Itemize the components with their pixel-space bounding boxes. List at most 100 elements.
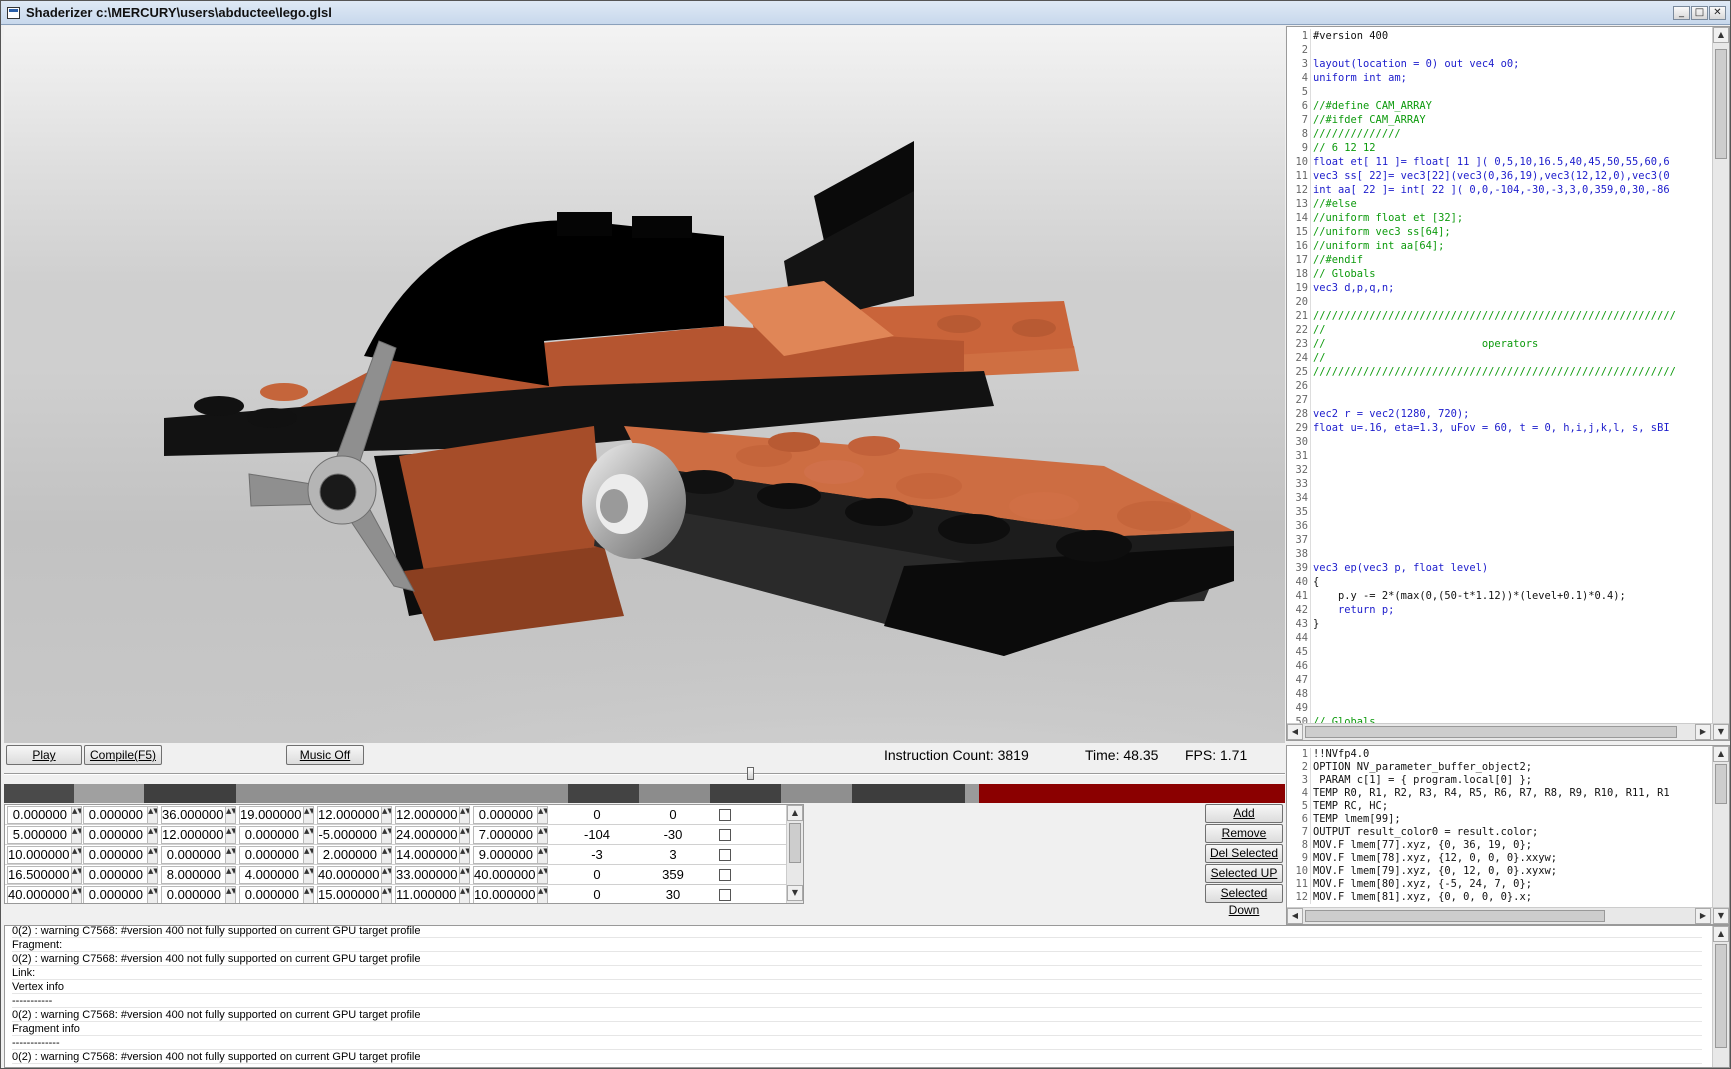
spin-arrows-icon[interactable]: ▲▼ [459,807,469,823]
code-line[interactable]: 34 [1287,491,1712,505]
row-checkbox[interactable] [719,849,731,861]
param-value-field[interactable]: 0.000000 ▲▼ [7,806,82,824]
keyframe-segment[interactable] [74,784,144,803]
param-value-field[interactable]: 0.000000 ▲▼ [239,846,314,864]
code-line[interactable]: 32 [1287,463,1712,477]
param-value-field[interactable]: 40.000000 ▲▼ [473,866,548,884]
asm-line[interactable]: 8 MOV.F lmem[77].xyz, {0, 36, 19, 0}; [1287,839,1712,852]
asm-scroll-up-button[interactable]: ▲ [1713,746,1729,762]
code-line[interactable]: 35 [1287,505,1712,519]
code-line[interactable]: 15//uniform vec3 ss[64]; [1287,225,1712,239]
spin-arrows-icon[interactable]: ▲▼ [537,827,547,843]
music-toggle-button[interactable]: Music Off [286,745,364,765]
spin-arrows-icon[interactable]: ▲▼ [71,827,81,843]
spin-arrows-icon[interactable]: ▲▼ [537,867,547,883]
param-value-field[interactable]: 0.000000 ▲▼ [473,806,548,824]
row-checkbox[interactable] [719,809,731,821]
spin-arrows-icon[interactable]: ▲▼ [225,887,235,903]
param-row[interactable]: 10.000000 ▲▼ 0.000000 ▲▼ 0.000000 ▲▼ 0.000000 ▲… [5,845,790,865]
asm-hscrollbar-thumb[interactable] [1305,910,1605,922]
spin-arrows-icon[interactable]: ▲▼ [537,807,547,823]
param-value-field[interactable]: 0.000000 ▲▼ [83,826,158,844]
param-value-field[interactable]: 10.000000 ▲▼ [7,846,82,864]
keyframe-segment[interactable] [852,784,965,803]
spin-arrows-icon[interactable]: ▲▼ [381,887,391,903]
code-line[interactable]: 6//#define CAM_ARRAY [1287,99,1712,113]
spin-arrows-icon[interactable]: ▲▼ [381,847,391,863]
spin-arrows-icon[interactable]: ▲▼ [147,887,157,903]
code-line[interactable]: 42 return p; [1287,603,1712,617]
code-line[interactable]: 22// [1287,323,1712,337]
param-value-field[interactable]: 5.000000 ▲▼ [7,826,82,844]
code-line[interactable]: 27 [1287,393,1712,407]
code-line[interactable]: 41 p.y -= 2*(max(0,(50-t*1.12))*(level+0… [1287,589,1712,603]
scrollbar-thumb[interactable] [1715,49,1727,159]
spin-arrows-icon[interactable]: ▲▼ [381,807,391,823]
code-line[interactable]: 5 [1287,85,1712,99]
code-line[interactable]: 24// [1287,351,1712,365]
param-value-field[interactable]: 0.000000 ▲▼ [83,806,158,824]
param-value-field[interactable]: 9.000000 ▲▼ [473,846,548,864]
keyframe-segment[interactable] [639,784,710,803]
code-line[interactable]: 20 [1287,295,1712,309]
code-line[interactable]: 26 [1287,379,1712,393]
param-value-field[interactable]: 24.000000 ▲▼ [395,826,470,844]
scroll-right-button[interactable]: ▶ [1695,724,1711,740]
scroll-up-button[interactable]: ▲ [1713,27,1729,43]
param-value-field[interactable]: 2.000000 ▲▼ [317,846,392,864]
param-value-field[interactable]: 8.000000 ▲▼ [161,866,236,884]
code-line[interactable]: 8////////////// [1287,127,1712,141]
angle-a-value[interactable]: 0 [561,866,633,884]
param-value-field[interactable]: 0.000000 ▲▼ [161,886,236,903]
code-line[interactable]: 13//#else [1287,197,1712,211]
code-line[interactable]: 25//////////////////////////////////////… [1287,365,1712,379]
spin-arrows-icon[interactable]: ▲▼ [303,887,313,903]
code-line[interactable]: 46 [1287,659,1712,673]
spin-arrows-icon[interactable]: ▲▼ [147,867,157,883]
code-line[interactable]: 47 [1287,673,1712,687]
spin-arrows-icon[interactable]: ▲▼ [459,827,469,843]
selected-down-button[interactable]: Selected Down [1205,884,1283,917]
code-line[interactable]: 12 int aa[ 22 ]= int[ 22 ]( 0,0,-104,-30,… [1287,183,1712,197]
code-line[interactable]: 4 uniform int am; [1287,71,1712,85]
asm-line[interactable]: 11 MOV.F lmem[80].xyz, {-5, 24, 7, 0}; [1287,878,1712,891]
param-value-field[interactable]: 12.000000 ▲▼ [161,826,236,844]
code-line[interactable]: 48 [1287,687,1712,701]
asm-line[interactable]: 2 OPTION NV_parameter_buffer_object2; [1287,761,1712,774]
spin-arrows-icon[interactable]: ▲▼ [381,827,391,843]
code-line[interactable]: 38 [1287,547,1712,561]
angle-b-value[interactable]: 30 [637,886,709,903]
play-button[interactable]: Play [6,745,82,765]
glsl-source-editor[interactable]: 1 #version 400 2 3 layout(location = 0) out … [1286,26,1730,741]
render-viewport[interactable] [4,26,1285,743]
hscrollbar-thumb[interactable] [1305,726,1677,738]
code-line[interactable]: 45 [1287,645,1712,659]
param-value-field[interactable]: 7.000000 ▲▼ [473,826,548,844]
compiler-log[interactable]: 0(2) : warning C7568: #version 400 not f… [4,925,1730,1068]
code-line[interactable]: 28 vec2 r = vec2(1280, 720); [1287,407,1712,421]
source-vertical-scrollbar[interactable]: ▲ [1712,27,1729,724]
code-line[interactable]: 43} [1287,617,1712,631]
spin-arrows-icon[interactable]: ▲▼ [303,827,313,843]
angle-b-value[interactable]: -30 [637,826,709,844]
spin-arrows-icon[interactable]: ▲▼ [71,887,81,903]
grid-vertical-scrollbar[interactable]: ▲ ▼ [786,805,803,903]
spin-arrows-icon[interactable]: ▲▼ [303,847,313,863]
compiled-asm-view[interactable]: 1 !!NVfp4.0 2 OPTION NV_parameter_buffer_ob… [1286,745,1730,925]
minimize-button[interactable]: _ [1673,6,1690,20]
code-line[interactable]: 10 float et[ 11 ]= float[ 11 ]( 0,5,10,16… [1287,155,1712,169]
angle-b-value[interactable]: 359 [637,866,709,884]
angle-a-value[interactable]: -104 [561,826,633,844]
spin-arrows-icon[interactable]: ▲▼ [71,847,81,863]
keyframe-segment[interactable] [979,784,1285,803]
param-value-field[interactable]: 0.000000 ▲▼ [83,866,158,884]
spin-arrows-icon[interactable]: ▲▼ [459,847,469,863]
param-value-field[interactable]: 12.000000 ▲▼ [395,806,470,824]
keyframe-segment[interactable] [781,784,852,803]
asm-line[interactable]: 4 TEMP R0, R1, R2, R3, R4, R5, R6, R7, R8… [1287,787,1712,800]
param-value-field[interactable]: 16.500000 ▲▼ [7,866,82,884]
timeline-slider[interactable] [4,767,1285,781]
grid-scroll-up-button[interactable]: ▲ [787,805,803,821]
keyframe-segment[interactable] [236,784,568,803]
title-bar[interactable]: Shaderizer c:\MERCURY\users\abductee\leg… [1,1,1730,25]
